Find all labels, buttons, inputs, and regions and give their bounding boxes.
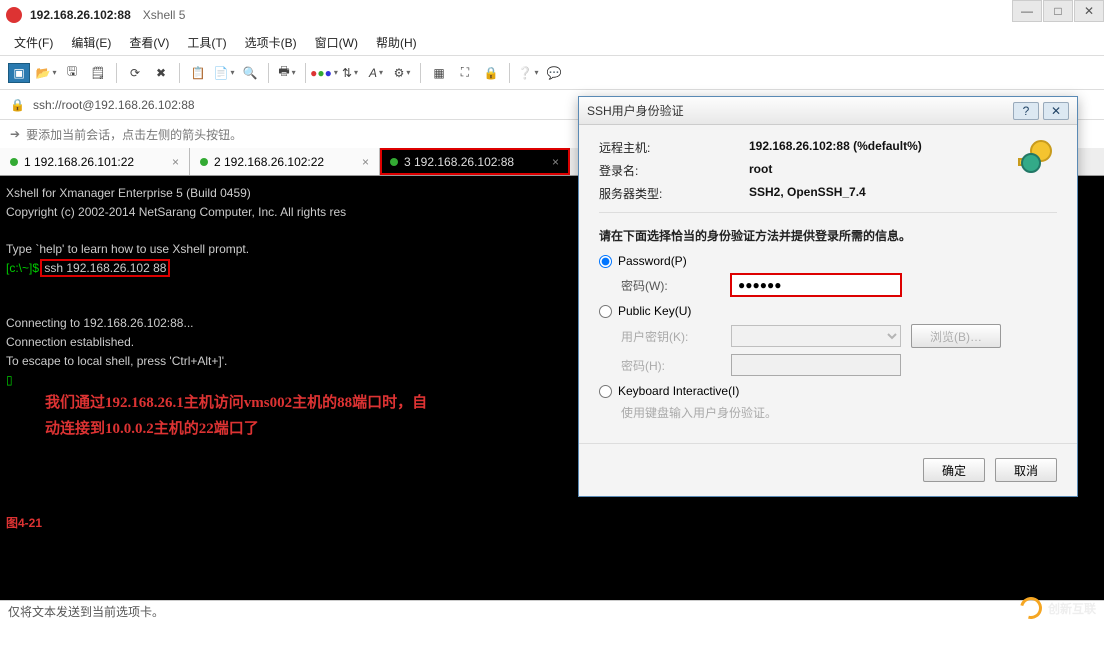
dialog-title-bar[interactable]: SSH用户身份验证 ? ✕ xyxy=(579,97,1077,125)
menu-window[interactable]: 窗口(W) xyxy=(315,34,358,51)
close-icon[interactable]: × xyxy=(172,155,179,169)
close-icon[interactable]: × xyxy=(552,155,559,169)
menu-edit[interactable]: 编辑(E) xyxy=(71,34,111,51)
window-subtitle: Xshell 5 xyxy=(143,8,186,22)
status-bar: 仅将文本发送到当前选项卡。 xyxy=(0,600,1104,622)
tab-2[interactable]: 2 192.168.26.102:22 × xyxy=(190,148,380,175)
close-icon[interactable]: × xyxy=(362,155,369,169)
status-dot-icon xyxy=(200,158,208,166)
tab-label: 3 192.168.26.102:88 xyxy=(404,155,514,169)
remote-host-value: 192.168.26.102:88 (%default%) xyxy=(749,139,922,156)
font-button[interactable]: A xyxy=(366,63,386,83)
maximize-button[interactable]: □ xyxy=(1043,0,1073,22)
remote-host-label: 远程主机: xyxy=(599,139,749,156)
find-button[interactable]: 🔍 xyxy=(240,63,260,83)
status-dot-icon xyxy=(390,158,398,166)
fullscreen-icon[interactable]: ⛶ xyxy=(455,63,475,83)
login-label: 登录名: xyxy=(599,162,749,179)
toolbar: ▣ 📂 🖫 🗒 ⟳ ✖ 📋 📄 🔍 🖶 ●●● ⇅ A ⚙ ▦ ⛶ 🔒 ❔ 💬 xyxy=(0,56,1104,90)
new-session-button[interactable]: ▣ xyxy=(8,63,30,83)
userkey-select xyxy=(731,325,901,347)
publickey-radio[interactable] xyxy=(599,305,612,318)
close-button[interactable]: ✕ xyxy=(1074,0,1104,22)
transfer-button[interactable]: ⇅ xyxy=(340,63,360,83)
reconnect-button[interactable]: ⟳ xyxy=(125,63,145,83)
print-button[interactable]: 🖶 xyxy=(277,63,297,83)
tab-label: 2 192.168.26.102:22 xyxy=(214,155,324,169)
dialog-title: SSH用户身份验证 xyxy=(587,102,684,119)
lock-icon[interactable]: 🔒 xyxy=(481,63,501,83)
tab-1[interactable]: 1 192.168.26.101:22 × xyxy=(0,148,190,175)
hint-text: 要添加当前会话，点击左侧的箭头按钮。 xyxy=(26,126,242,143)
pk-password-input xyxy=(731,354,901,376)
menu-view[interactable]: 查看(V) xyxy=(129,34,169,51)
server-type-label: 服务器类型: xyxy=(599,185,749,202)
login-value: root xyxy=(749,162,772,179)
arrow-icon[interactable]: ➔ xyxy=(10,127,20,141)
color-button[interactable]: ●●● xyxy=(314,63,334,83)
pk-password-label: 密码(H): xyxy=(621,357,721,374)
watermark-text: 创新互联 xyxy=(1048,600,1096,617)
script-button[interactable]: ⚙ xyxy=(392,63,412,83)
menu-tools[interactable]: 工具(T) xyxy=(187,34,226,51)
password-radio[interactable] xyxy=(599,255,612,268)
menu-file[interactable]: 文件(F) xyxy=(14,34,53,51)
tab-3[interactable]: 3 192.168.26.102:88 × xyxy=(380,148,570,175)
keys-icon xyxy=(1011,133,1059,181)
ssh-auth-dialog: SSH用户身份验证 ? ✕ 远程主机:192.168.26.102:88 (%d… xyxy=(578,96,1078,497)
menu-bar: 文件(F) 编辑(E) 查看(V) 工具(T) 选项卡(B) 窗口(W) 帮助(… xyxy=(0,30,1104,56)
menu-tab[interactable]: 选项卡(B) xyxy=(245,34,297,51)
ok-button[interactable]: 确定 xyxy=(923,458,985,482)
paste-button[interactable]: 📄 xyxy=(214,63,234,83)
status-dot-icon xyxy=(10,158,18,166)
watermark-logo-icon xyxy=(1016,593,1046,623)
properties-button[interactable]: 🗒 xyxy=(88,63,108,83)
userkey-label: 用户密钥(K): xyxy=(621,328,721,345)
layout-button[interactable]: ▦ xyxy=(429,63,449,83)
open-button[interactable]: 📂 xyxy=(36,63,56,83)
chat-icon[interactable]: 💬 xyxy=(544,63,564,83)
menu-help[interactable]: 帮助(H) xyxy=(376,34,417,51)
status-text: 仅将文本发送到当前选项卡。 xyxy=(8,603,164,620)
tab-label: 1 192.168.26.101:22 xyxy=(24,155,134,169)
publickey-option-label: Public Key(U) xyxy=(618,304,691,318)
watermark: 创新互联 xyxy=(1020,597,1096,619)
password-input[interactable] xyxy=(731,274,901,296)
keyboard-hint: 使用键盘输入用户身份验证。 xyxy=(621,404,777,421)
password-label: 密码(W): xyxy=(621,277,721,294)
dialog-help-button[interactable]: ? xyxy=(1013,102,1039,120)
minimize-button[interactable]: — xyxy=(1012,0,1042,22)
keyboard-option-label: Keyboard Interactive(I) xyxy=(618,384,739,398)
server-type-value: SSH2, OpenSSH_7.4 xyxy=(749,185,866,202)
app-icon xyxy=(6,7,22,23)
disconnect-button[interactable]: ✖ xyxy=(151,63,171,83)
browse-button: 浏览(B)… xyxy=(911,324,1001,348)
lock-small-icon: 🔒 xyxy=(10,98,25,112)
instruction-text: 请在下面选择恰当的身份验证方法并提供登录所需的信息。 xyxy=(599,227,1057,244)
password-option-label: Password(P) xyxy=(618,254,687,268)
keyboard-radio[interactable] xyxy=(599,385,612,398)
help-button[interactable]: ❔ xyxy=(518,63,538,83)
dialog-close-button[interactable]: ✕ xyxy=(1043,102,1069,120)
copy-button[interactable]: 📋 xyxy=(188,63,208,83)
cancel-button[interactable]: 取消 xyxy=(995,458,1057,482)
window-title: 192.168.26.102:88 xyxy=(30,8,131,22)
address-text[interactable]: ssh://root@192.168.26.102:88 xyxy=(33,98,195,112)
title-bar: 192.168.26.102:88 Xshell 5 — □ ✕ xyxy=(0,0,1104,30)
save-button[interactable]: 🖫 xyxy=(62,63,82,83)
